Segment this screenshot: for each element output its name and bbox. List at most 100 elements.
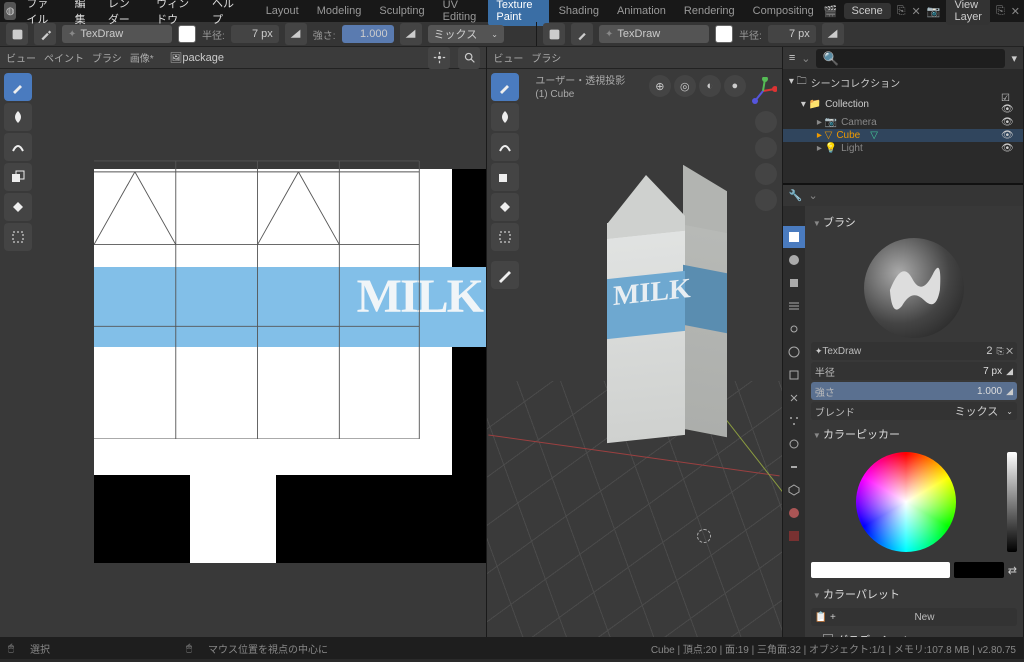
subhdr-image[interactable]: 画像* (130, 50, 154, 65)
outliner-item-camera[interactable]: ▸ 📷Camera 👁 (783, 116, 1023, 129)
brush-icon[interactable] (34, 23, 56, 45)
fg-color-swatch[interactable] (811, 562, 950, 578)
value-slider[interactable] (1007, 452, 1017, 552)
vp-tool-draw[interactable] (491, 73, 519, 101)
tab-viewlayer[interactable] (783, 295, 805, 317)
panel-colorpicker[interactable]: カラーピッカー (811, 422, 1017, 446)
blender-logo-icon[interactable]: ◍ (4, 2, 16, 20)
outliner-item-cube[interactable]: ▸ ▽Cube ▽ 👁 (783, 129, 1023, 142)
workspace-tab-modeling[interactable]: Modeling (309, 2, 370, 20)
tab-texture[interactable] (783, 525, 805, 547)
workspace-tab-layout[interactable]: Layout (258, 2, 307, 20)
pan-icon[interactable] (428, 47, 450, 69)
radius-3d-field[interactable] (768, 25, 816, 43)
editor-type-3d-icon[interactable] (543, 23, 565, 45)
brush-3d-icon[interactable] (571, 23, 593, 45)
vp-overlays-icon[interactable]: ◎ (674, 75, 696, 97)
tool-clone[interactable] (4, 163, 32, 191)
tool-fill[interactable] (4, 193, 32, 221)
blend-mode-selector[interactable]: ミックス⌄ (428, 25, 504, 43)
workspace-tab-animation[interactable]: Animation (609, 2, 674, 20)
tab-scene[interactable] (783, 318, 805, 340)
vp-tool-clone[interactable] (491, 163, 519, 191)
image-name-field[interactable]: 🖼package (170, 52, 224, 64)
swap-colors-icon[interactable]: ⇄ (1008, 564, 1017, 577)
outliner-item-light[interactable]: ▸ 💡Light 👁 (783, 142, 1023, 155)
brush-name-field[interactable]: ✦ TexDraw 2 ⎘ ✕ (811, 342, 1017, 360)
vp-brush[interactable]: ブラシ (531, 50, 561, 65)
tab-output[interactable] (783, 272, 805, 294)
strength-pressure-icon[interactable] (400, 23, 422, 45)
tab-constraint[interactable] (783, 456, 805, 478)
scene-selector[interactable]: Scene (844, 3, 891, 19)
workspace-tab-rendering[interactable]: Rendering (676, 2, 743, 20)
vp-zoom-icon[interactable] (755, 111, 777, 133)
color-wheel[interactable] (856, 452, 956, 552)
vp-persp-icon[interactable] (755, 189, 777, 211)
new-scene-icon[interactable]: ⎘ (897, 5, 906, 18)
delete-scene-icon[interactable]: ✕ (912, 5, 921, 18)
tab-active-tool[interactable] (783, 226, 805, 248)
workspace-tab-sculpting[interactable]: Sculpting (371, 2, 432, 20)
vp-camera-icon[interactable] (755, 163, 777, 185)
tab-physics[interactable] (783, 433, 805, 455)
eye-icon[interactable]: 👁 (1001, 117, 1017, 128)
brush-strength-row[interactable]: 強さ ◢ (811, 382, 1017, 400)
eye-icon[interactable]: 👁 (1001, 130, 1017, 141)
outliner-filter-icon[interactable]: ▾ (1011, 52, 1017, 65)
vp-pan-icon[interactable] (755, 137, 777, 159)
radius-field[interactable] (231, 25, 279, 43)
panel-gradient[interactable]: グラデーション (811, 628, 1017, 637)
tab-mesh[interactable] (783, 479, 805, 501)
vp-tool-annotate[interactable] (491, 261, 519, 289)
radius-pressure-icon[interactable] (285, 23, 307, 45)
vp-gizmos-icon[interactable]: ⊕ (649, 75, 671, 97)
vp-tool-soften[interactable] (491, 103, 519, 131)
panel-palette[interactable]: カラーパレット (811, 582, 1017, 606)
viewport-canvas[interactable]: MILK ユーザー・透視投影 (1) Cube ⊕ ◎ (487, 69, 781, 637)
tool-soften[interactable] (4, 103, 32, 131)
vp-xray-icon[interactable]: ◐ (699, 75, 721, 97)
brush-selector[interactable]: ✦TexDraw (62, 25, 172, 43)
new-viewlayer-icon[interactable]: ⎘ (996, 5, 1005, 18)
milk-carton-object[interactable]: MILK (607, 159, 727, 449)
props-type-icon[interactable]: 🔧 (789, 189, 803, 202)
palette-new-button[interactable]: 📋 + New (811, 608, 1017, 626)
tab-world[interactable] (783, 341, 805, 363)
bg-color-swatch[interactable] (954, 562, 1004, 578)
tab-material[interactable] (783, 502, 805, 524)
vp-tool-smear[interactable] (491, 133, 519, 161)
editor-type-icon[interactable] (6, 23, 28, 45)
subhdr-paint[interactable]: ペイント (44, 50, 84, 65)
vp-tool-mask[interactable] (491, 223, 519, 251)
eye-icon[interactable]: 👁 (1001, 143, 1017, 154)
tab-modifier[interactable] (783, 387, 805, 409)
strength-field[interactable] (342, 25, 394, 43)
tab-object[interactable] (783, 364, 805, 386)
vp-shading-icon[interactable]: ● (724, 75, 746, 97)
outliner-type-icon[interactable]: ≡ (789, 52, 795, 64)
tool-mask[interactable] (4, 223, 32, 251)
radius-3d-pressure-icon[interactable] (822, 23, 844, 45)
tool-smear[interactable] (4, 133, 32, 161)
vp-view[interactable]: ビュー (493, 50, 523, 65)
subhdr-brush[interactable]: ブラシ (92, 50, 122, 65)
outliner-collection[interactable]: ▾ 📁Collection ☑ 👁 (783, 92, 1023, 116)
brush-radius-row[interactable]: 半径 ◢ (811, 362, 1017, 380)
color-swatch[interactable] (178, 25, 196, 43)
workspace-tab-compositing[interactable]: Compositing (745, 2, 822, 20)
outliner-search-input[interactable] (816, 49, 1005, 68)
tab-particle[interactable] (783, 410, 805, 432)
viewlayer-selector[interactable]: View Layer (946, 0, 990, 25)
panel-brush[interactable]: ブラシ (811, 210, 1017, 234)
tab-render[interactable] (783, 249, 805, 271)
zoom-icon[interactable] (458, 47, 480, 69)
brush-preview[interactable] (864, 238, 964, 338)
outliner-scene-collection[interactable]: ▾ 🗀シーンコレクション (783, 73, 1023, 92)
workspace-tab-shading[interactable]: Shading (551, 2, 607, 20)
color-swatch-3d[interactable] (715, 25, 733, 43)
orientation-gizmo[interactable] (749, 77, 777, 105)
visibility-toggle-icon[interactable]: ☑ 👁 (1001, 93, 1017, 115)
brush-3d-selector[interactable]: ✦TexDraw (599, 25, 709, 43)
subhdr-view[interactable]: ビュー (6, 50, 36, 65)
